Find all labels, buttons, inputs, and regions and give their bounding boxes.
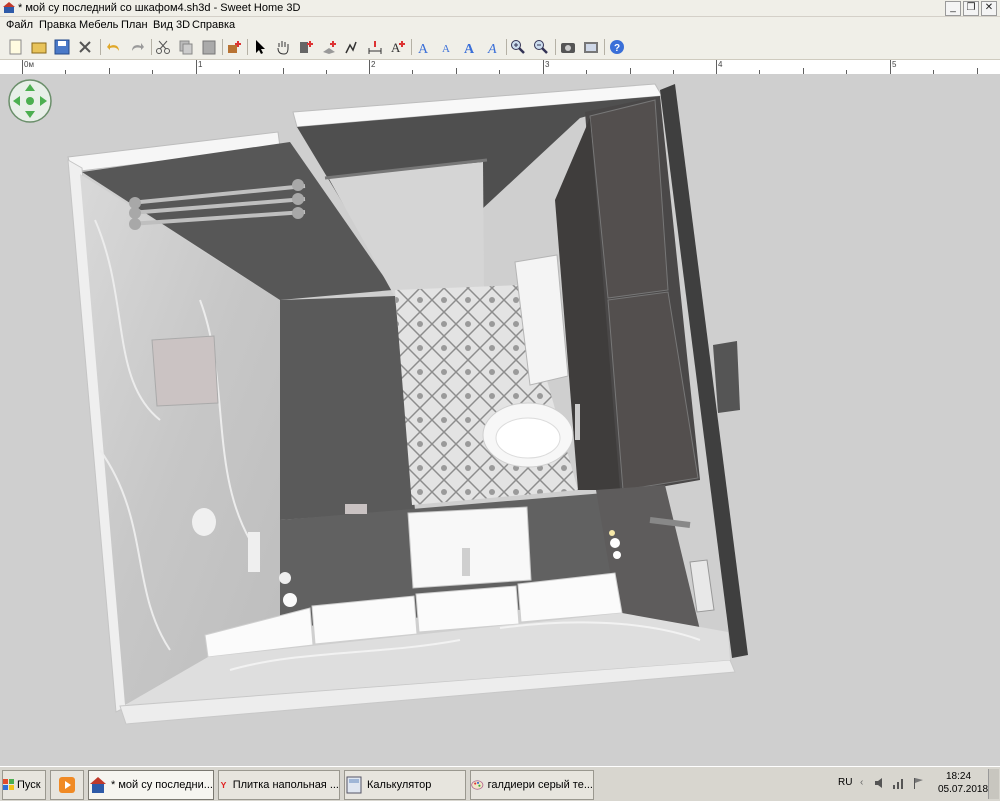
bathroom-3d-render[interactable]: [0, 74, 1000, 766]
bold-text-icon[interactable]: A: [460, 37, 480, 57]
cut-icon[interactable]: [153, 37, 173, 57]
svg-text:A: A: [391, 40, 401, 55]
create-rooms-icon[interactable]: [319, 37, 339, 57]
create-photo-icon[interactable]: [558, 37, 578, 57]
copy-icon[interactable]: [176, 37, 196, 57]
svg-text:A: A: [418, 42, 429, 55]
shelf: [248, 532, 260, 572]
language-indicator[interactable]: RU: [838, 777, 852, 788]
create-labels-icon[interactable]: A: [388, 37, 408, 57]
create-walls-icon[interactable]: [296, 37, 316, 57]
svg-text:?: ?: [614, 43, 620, 54]
flag-icon[interactable]: [912, 777, 924, 789]
help-icon[interactable]: ?: [607, 37, 627, 57]
svg-text:A: A: [442, 43, 450, 55]
toilet: [482, 402, 574, 468]
paint-icon: [471, 780, 484, 790]
pan-icon[interactable]: [273, 37, 293, 57]
new-file-icon[interactable]: [6, 37, 26, 57]
menu-help[interactable]: Справка: [192, 19, 235, 31]
close-button[interactable]: ✕: [981, 1, 997, 16]
volume-icon[interactable]: [874, 777, 886, 789]
windows-logo-icon: [3, 779, 14, 790]
tray-arrow-icon[interactable]: ‹: [860, 777, 863, 788]
menu-3d-view[interactable]: Вид 3D: [153, 19, 190, 31]
create-dimensions-icon[interactable]: [365, 37, 385, 57]
navigation-arrows-icon[interactable]: [8, 79, 52, 123]
start-label: Пуск: [17, 779, 41, 791]
create-video-icon[interactable]: [581, 37, 601, 57]
paper-holder: [279, 572, 291, 584]
clock-time[interactable]: 18:24: [946, 771, 971, 782]
show-desktop-button[interactable]: [988, 769, 999, 799]
niche: [713, 341, 740, 413]
ruler-label: 2: [371, 60, 376, 69]
svg-text:A: A: [487, 42, 497, 55]
svg-text:Y: Y: [221, 780, 227, 790]
undo-icon[interactable]: [104, 37, 124, 57]
italic-text-icon[interactable]: A: [483, 37, 503, 57]
mirror-round: [192, 508, 216, 536]
select-icon[interactable]: [250, 37, 270, 57]
taskbar: Пуск * мой су последни... Y Плитка напол…: [0, 766, 1000, 801]
window-title: * мой су последний со шкафом4.sh3d - Swe…: [18, 2, 301, 14]
soap-dish: [345, 504, 367, 514]
network-icon[interactable]: [892, 777, 906, 789]
save-file-icon[interactable]: [52, 37, 72, 57]
zoom-out-icon[interactable]: [531, 37, 551, 57]
menu-edit[interactable]: Правка: [39, 19, 76, 31]
ruler-label: 0м: [24, 60, 34, 69]
decrease-text-icon[interactable]: A: [437, 37, 457, 57]
clock-date[interactable]: 05.07.2018: [938, 784, 988, 795]
wall-panel: [151, 335, 219, 407]
menu-furniture[interactable]: Мебель: [79, 19, 118, 31]
start-button[interactable]: Пуск: [2, 770, 46, 800]
create-polylines-icon[interactable]: [342, 37, 362, 57]
menu-plan[interactable]: План: [121, 19, 148, 31]
restore-button[interactable]: ❐: [963, 1, 979, 16]
toilet-roll: [283, 593, 297, 607]
task-paint[interactable]: галдиери серый те...: [470, 770, 594, 800]
redo-icon[interactable]: [127, 37, 147, 57]
calculator-icon: [346, 776, 362, 794]
increase-text-icon[interactable]: A: [414, 37, 434, 57]
ruler-label: 1: [198, 60, 203, 69]
task-label: * мой су последни...: [111, 779, 213, 791]
sweethome-app-icon: [3, 2, 15, 13]
plan-ruler: 0м 1 2 3 4 5: [0, 60, 1000, 75]
sweethome-icon: [90, 777, 106, 793]
task-label: Калькулятор: [367, 779, 432, 791]
paste-icon[interactable]: [199, 37, 219, 57]
svg-text:A: A: [464, 42, 475, 55]
toolbar: A A A A A ?: [0, 35, 1000, 60]
ruler-label: 5: [892, 60, 897, 69]
zoom-in-icon[interactable]: [508, 37, 528, 57]
3d-view[interactable]: [0, 74, 1000, 766]
add-furniture-icon[interactable]: [224, 37, 244, 57]
yandex-icon: Y: [221, 780, 227, 790]
ruler-label: 4: [718, 60, 723, 69]
media-player-icon: [59, 777, 75, 793]
title-bar: * мой су последний со шкафом4.sh3d - Swe…: [0, 0, 1000, 17]
task-label: Плитка напольная ...: [232, 779, 339, 791]
task-sweethome[interactable]: * мой су последни...: [88, 770, 214, 800]
menu-bar: Файл Правка Мебель План Вид 3D Справка: [0, 17, 1000, 35]
task-label: галдиери серый те...: [487, 779, 593, 791]
task-calculator[interactable]: Калькулятор: [344, 770, 466, 800]
media-player-quicklaunch[interactable]: [50, 770, 84, 800]
open-file-icon[interactable]: [29, 37, 49, 57]
task-browser[interactable]: Y Плитка напольная ...: [218, 770, 340, 800]
minimize-button[interactable]: _: [945, 1, 961, 16]
ruler-label: 3: [545, 60, 550, 69]
menu-file[interactable]: Файл: [6, 19, 33, 31]
preferences-icon[interactable]: [75, 37, 95, 57]
